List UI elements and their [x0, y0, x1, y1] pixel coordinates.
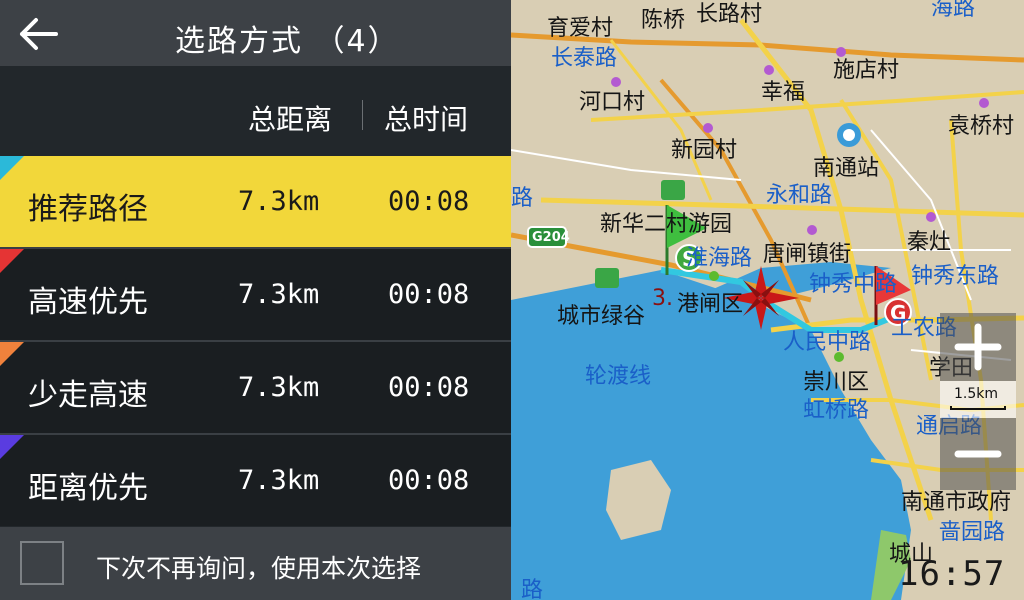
- map-label: 河口村: [579, 90, 646, 115]
- clock-display: 16:57: [898, 554, 1006, 594]
- map-label: 长路村: [696, 2, 763, 27]
- map-label: 路: [511, 186, 534, 211]
- page-title: 选路方式 （4）: [175, 24, 400, 59]
- map-label: 路: [521, 578, 544, 600]
- dont-ask-again-checkbox[interactable]: [20, 541, 64, 585]
- top-bar: 选路方式 （4）: [0, 0, 511, 66]
- route-distance: 7.3km: [238, 372, 320, 403]
- route-name: 距离优先: [28, 471, 148, 506]
- map-label: 陈桥: [641, 8, 686, 33]
- map-scale: 1.5km: [940, 381, 1016, 418]
- back-button[interactable]: [14, 12, 62, 56]
- route-time: 00:08: [388, 186, 470, 217]
- map-label: 啬园路: [939, 520, 1006, 545]
- map-label: 新华二村游园: [600, 212, 733, 237]
- map-label: 城市绿谷: [557, 304, 646, 329]
- map-label: 海路: [931, 0, 976, 21]
- map-label: 永和路: [766, 183, 833, 208]
- map-label: 长泰路: [551, 46, 618, 71]
- zoom-in-button[interactable]: [940, 313, 1016, 381]
- map-label: 秦灶: [907, 230, 952, 255]
- column-divider: [362, 100, 363, 130]
- route-selection-panel: 选路方式 （4） 总距离 总时间 推荐路径 7.3km 00:08 高速优先 7…: [0, 0, 511, 600]
- time-column-header: 总时间: [384, 103, 469, 136]
- g204-road-shield: G204: [532, 230, 570, 245]
- map-label: 钟秀东路: [911, 264, 1000, 289]
- zoom-out-button[interactable]: [940, 418, 1016, 490]
- route-map[interactable]: S G 育爱村 陈桥 长路村 海路 长泰路 施店村 幸福 河口村 袁桥村 新园村…: [511, 0, 1024, 600]
- route-option-recommended[interactable]: 推荐路径 7.3km 00:08: [0, 156, 511, 247]
- distance-column-header: 总距离: [248, 103, 333, 136]
- route-name: 高速优先: [28, 285, 148, 320]
- column-header-row: 总距离 总时间: [0, 66, 511, 156]
- route-name: 少走高速: [28, 378, 148, 413]
- map-label: 人民中路: [783, 330, 872, 355]
- route-option-avoid-highway[interactable]: 少走高速 7.3km 00:08: [0, 342, 511, 433]
- map-label: 新园村: [671, 138, 738, 163]
- scale-bar: [950, 406, 1006, 410]
- map-label: 港闸区: [677, 292, 744, 317]
- back-arrow-icon: [20, 18, 58, 50]
- route-time: 00:08: [388, 279, 470, 310]
- map-label: 钟秀中路: [809, 272, 898, 297]
- scale-label: 1.5km: [954, 386, 999, 402]
- map-label: 育爱村: [547, 16, 614, 41]
- map-label: 袁桥村: [948, 114, 1015, 139]
- route-name: 推荐路径: [28, 192, 148, 227]
- route-color-marker: [0, 156, 24, 180]
- route-color-marker: [0, 249, 24, 273]
- route-distance: 7.3km: [238, 186, 320, 217]
- route-time: 00:08: [388, 372, 470, 403]
- map-label: 施店村: [833, 58, 900, 83]
- route-time: 00:08: [388, 465, 470, 496]
- route-color-marker: [0, 342, 24, 366]
- route-distance: 7.3km: [238, 465, 320, 496]
- map-label: 幸福: [761, 80, 806, 105]
- route-distance: 7.3km: [238, 279, 320, 310]
- map-label: 3.: [652, 286, 673, 311]
- route-color-marker: [0, 435, 24, 459]
- map-label: 虹桥路: [803, 398, 870, 423]
- map-label: 唐闸镇街: [763, 242, 852, 267]
- minus-icon: [954, 450, 1002, 458]
- route-option-highway-first[interactable]: 高速优先 7.3km 00:08: [0, 249, 511, 340]
- plus-icon: [954, 323, 1002, 371]
- map-label: 轮渡线: [585, 364, 652, 389]
- route-option-shortest-distance[interactable]: 距离优先 7.3km 00:08: [0, 435, 511, 526]
- bottom-bar: 下次不再询问，使用本次选择: [0, 527, 511, 600]
- map-label: 淮海路: [686, 246, 753, 271]
- dont-ask-again-label[interactable]: 下次不再询问，使用本次选择: [96, 549, 421, 585]
